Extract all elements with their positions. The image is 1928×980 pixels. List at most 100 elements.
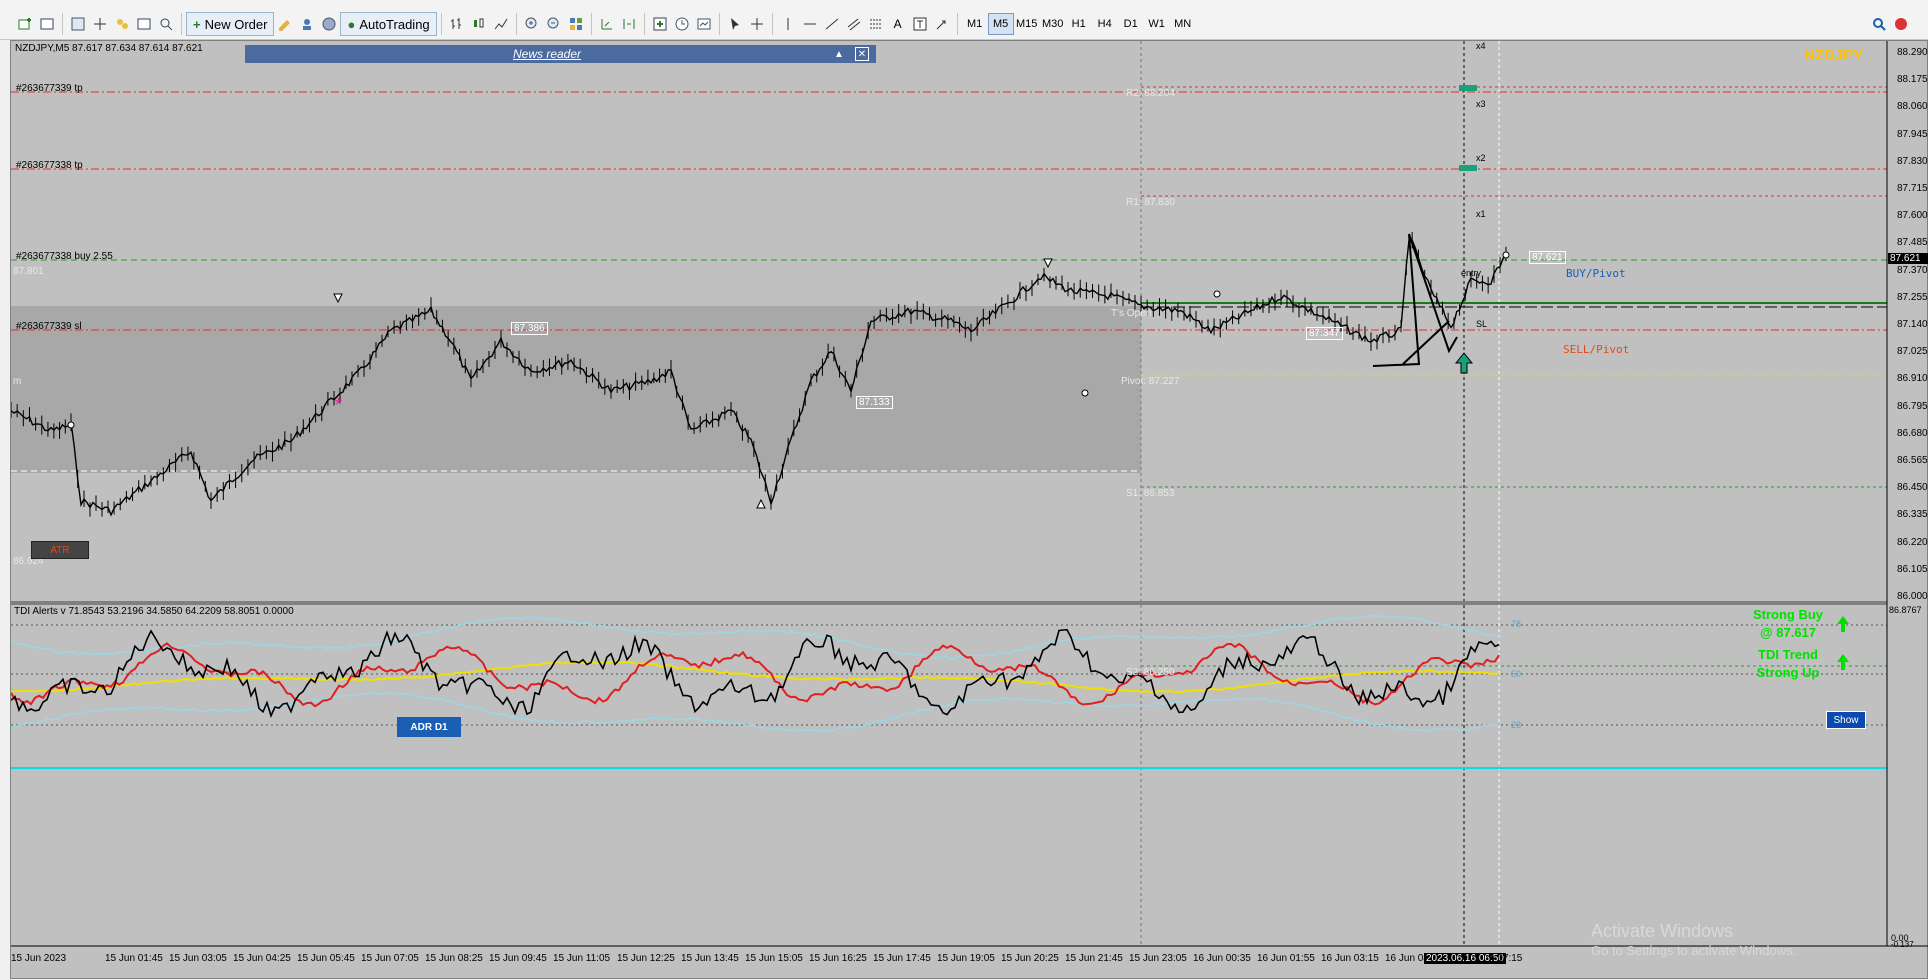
auto-scroll-icon[interactable] [596,13,618,35]
time-axis-label: 15 Jun 07:05 [361,953,419,964]
pivot-label: Pivot: 87.227 [1121,376,1180,387]
time-axis-label: 15 Jun 01:45 [105,953,163,964]
price-axis-label: 86.910 [1897,373,1928,385]
time-axis-label: 15 Jun 21:45 [1065,953,1123,964]
order-label-sl[interactable]: #263677339 sl [16,321,82,332]
tdi-trend-strength: Strong Up [1756,665,1820,680]
tdi-trade-signal-line [11,642,1500,708]
current-price-label: 87.621 [1890,253,1921,264]
bar-chart-icon[interactable] [446,13,468,35]
todays-open-label: T's Open [1111,308,1152,319]
time-axis-label: 15 Jun 20:25 [1001,953,1059,964]
price-axis-label: 87.830 [1897,155,1928,167]
time-axis-label: 15 Jun 13:45 [681,953,739,964]
s1-label: S1: 86.853 [1126,488,1175,499]
new-order-button[interactable]: + New Order [186,12,275,36]
price-axis-label: 87.370 [1897,264,1928,276]
order-label-tp2[interactable]: #263677338 tp [16,160,83,171]
autotrading-icon: ● [347,16,356,32]
tf-d1[interactable]: D1 [1118,13,1144,35]
market-icon[interactable] [318,13,340,35]
order-label-buy[interactable]: #263677338 buy 2.55 [16,251,113,262]
swing-label-4: 87.621 [1529,251,1566,264]
horizontal-line-icon[interactable] [799,13,821,35]
tf-h4[interactable]: H4 [1092,13,1118,35]
search-icon[interactable] [1868,13,1890,35]
r1-label: R1: 87.830 [1126,197,1175,208]
zoom-out-icon[interactable] [543,13,565,35]
time-axis-label: 15 Jun 17:45 [873,953,931,964]
new-chart-icon[interactable] [14,13,36,35]
autotrading-label: AutoTrading [359,16,430,32]
text-icon[interactable]: A [887,13,909,35]
s2-label: S2: 86.250 [1126,667,1175,678]
price-axis-label: 88.060 [1897,101,1928,113]
text-icon-glyph: A [893,17,902,31]
terminal-icon[interactable] [133,13,155,35]
tile-windows-icon[interactable] [565,13,587,35]
atr-box: ATR [31,541,89,559]
tf-m1[interactable]: M1 [962,13,988,35]
buy-pivot-label: BUY/Pivot [1566,267,1626,280]
indicators-icon[interactable] [649,13,671,35]
equidistant-channel-icon[interactable] [843,13,865,35]
tf-h1[interactable]: H1 [1066,13,1092,35]
symbol-label: NZDJPY [1804,47,1864,64]
adr-d1-button[interactable]: ADR D1 [397,717,461,737]
cursor-icon[interactable] [724,13,746,35]
vertical-line-icon[interactable] [777,13,799,35]
templates-icon[interactable] [693,13,715,35]
tf-m15[interactable]: M15 [1014,13,1040,35]
periods-icon[interactable] [671,13,693,35]
target-label-x2: x2 [1476,153,1486,163]
new-order-icon: + [193,16,201,32]
time-axis-label: 16 Jun 00:35 [1193,953,1251,964]
swing-marker [1081,389,1089,397]
price-axis-label: 86.105 [1897,563,1928,575]
activate-windows-subtitle: Go to Settings to activate Windows. [1591,943,1797,958]
autotrading-button[interactable]: ● AutoTrading [340,12,437,36]
line-chart-icon[interactable] [490,13,512,35]
news-reader-panel[interactable]: News reader ▲ ✕ [245,45,876,63]
tf-mn[interactable]: MN [1170,13,1196,35]
chart-shift-icon[interactable] [618,13,640,35]
time-axis-label: 15 Jun 09:45 [489,953,547,964]
arrows-icon[interactable] [931,13,953,35]
metaeditor-icon[interactable] [274,13,296,35]
signals-icon[interactable] [296,13,318,35]
price-axis-label: 86.000 [1897,591,1928,602]
news-close-icon[interactable]: ✕ [855,47,869,61]
zoom-in-icon[interactable] [521,13,543,35]
star-marker: * [335,395,342,415]
chart-window[interactable]: * NZDJPY,M5 87.617 87.634 87.614 87.621 … [10,40,1928,979]
news-reader-title[interactable]: News reader [513,47,581,61]
crosshair-icon[interactable] [746,13,768,35]
show-button[interactable]: Show [1826,711,1866,729]
notification-icon[interactable] [1890,13,1912,35]
chart-canvas[interactable]: * [11,41,1928,980]
time-axis-label: 16 Jun 03:15 [1321,953,1379,964]
strong-buy-price: @ 87.617 [1759,625,1817,640]
navigator-icon[interactable] [111,13,133,35]
trendline-icon[interactable] [821,13,843,35]
profiles-icon[interactable] [36,13,58,35]
order-label-tp1[interactable]: #263677339 tp [16,83,83,94]
swing-label-3: 87.347 [1306,327,1343,340]
tdi-level-50-label: 50 [1511,669,1522,679]
fibonacci-icon[interactable] [865,13,887,35]
text-label-icon[interactable] [909,13,931,35]
time-axis-label: 15 Jun 15:05 [745,953,803,964]
news-collapse-icon[interactable]: ▲ [832,47,846,61]
candlestick-icon[interactable] [468,13,490,35]
tf-w1[interactable]: W1 [1144,13,1170,35]
tdi-level-78-label: 78 [1511,619,1522,629]
data-window-icon[interactable] [89,13,111,35]
tf-m5[interactable]: M5 [987,13,1014,35]
swing-marker [1502,251,1510,259]
market-watch-icon[interactable] [67,13,89,35]
tf-m30[interactable]: M30 [1040,13,1066,35]
triangle-pattern [1372,233,1458,367]
strategy-tester-icon[interactable] [155,13,177,35]
new-order-label: New Order [204,16,268,32]
swing-marker [1213,290,1221,298]
